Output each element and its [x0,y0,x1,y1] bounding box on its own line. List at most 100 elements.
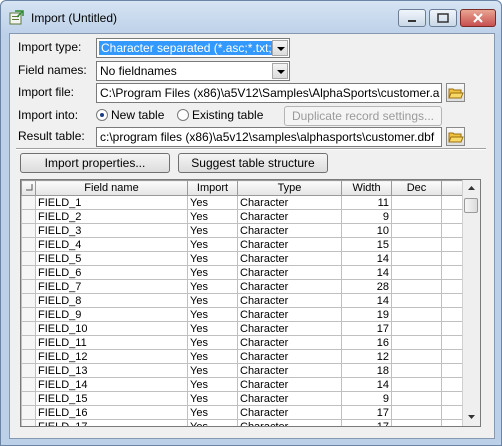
row-selector[interactable] [21,223,36,238]
minimize-button[interactable] [398,9,426,27]
cell-dec[interactable] [391,251,442,266]
cell-width[interactable]: 28 [341,279,392,294]
import-type-dropdown[interactable]: Character separated (*.asc;*.txt;* [96,38,290,58]
cell-width[interactable]: 17 [341,405,392,420]
table-row[interactable]: FIELD_4 Yes Character 15 [21,237,464,252]
browse-import-file-button[interactable] [446,83,465,102]
maximize-button[interactable] [429,9,457,27]
cell-import[interactable]: Yes [187,265,238,280]
browse-result-table-button[interactable] [446,127,465,146]
table-row[interactable]: FIELD_10 Yes Character 17 [21,321,464,336]
cell-import[interactable]: Yes [187,279,238,294]
cell-field-name[interactable]: FIELD_4 [35,237,188,252]
cell-dec[interactable] [391,363,442,378]
scroll-thumb[interactable] [464,198,478,213]
cell-import[interactable]: Yes [187,209,238,224]
cell-import[interactable]: Yes [187,419,238,426]
chevron-down-icon[interactable] [272,63,288,79]
cell-width[interactable]: 17 [341,419,392,426]
cell-field-name[interactable]: FIELD_9 [35,307,188,322]
row-selector[interactable] [21,251,36,266]
cell-dec[interactable] [391,419,442,426]
cell-type[interactable]: Character [237,195,342,210]
table-row[interactable]: FIELD_3 Yes Character 10 [21,223,464,238]
cell-type[interactable]: Character [237,279,342,294]
cell-import[interactable]: Yes [187,223,238,238]
cell-type[interactable]: Character [237,363,342,378]
table-row[interactable]: FIELD_16 Yes Character 17 [21,405,464,420]
cell-type[interactable]: Character [237,321,342,336]
cell-type[interactable]: Character [237,209,342,224]
table-row[interactable]: FIELD_12 Yes Character 12 [21,349,464,364]
suggest-table-structure-button[interactable]: Suggest table structure [178,153,328,173]
existing-table-radio[interactable] [177,109,189,121]
cell-import[interactable]: Yes [187,377,238,392]
new-table-label[interactable]: New table [111,108,164,122]
table-row[interactable]: FIELD_9 Yes Character 19 [21,307,464,322]
cell-field-name[interactable]: FIELD_17 [35,419,188,426]
cell-dec[interactable] [391,209,442,224]
cell-field-name[interactable]: FIELD_14 [35,377,188,392]
cell-type[interactable]: Character [237,405,342,420]
column-header-type[interactable]: Type [237,180,342,196]
table-row[interactable]: FIELD_11 Yes Character 16 [21,335,464,350]
close-button[interactable] [460,9,496,27]
field-names-dropdown[interactable]: No fieldnames [96,61,290,81]
cell-type[interactable]: Character [237,349,342,364]
cell-width[interactable]: 11 [341,195,392,210]
cell-width[interactable]: 16 [341,335,392,350]
vertical-scrollbar[interactable] [462,180,480,426]
cell-field-name[interactable]: FIELD_1 [35,195,188,210]
import-file-input[interactable]: C:\Program Files (x86)\a5V12\Samples\Alp… [96,83,442,103]
row-selector[interactable] [21,321,36,336]
row-selector[interactable] [21,391,36,406]
cell-field-name[interactable]: FIELD_12 [35,349,188,364]
cell-field-name[interactable]: FIELD_3 [35,223,188,238]
row-selector[interactable] [21,307,36,322]
row-selector[interactable] [21,265,36,280]
cell-type[interactable]: Character [237,265,342,280]
cell-import[interactable]: Yes [187,335,238,350]
cell-width[interactable]: 14 [341,293,392,308]
cell-type[interactable]: Character [237,251,342,266]
row-selector-header[interactable] [21,180,36,196]
table-row[interactable]: FIELD_17 Yes Character 17 [21,419,464,426]
row-selector[interactable] [21,209,36,224]
cell-width[interactable]: 12 [341,349,392,364]
row-selector[interactable] [21,405,36,420]
cell-dec[interactable] [391,237,442,252]
cell-dec[interactable] [391,335,442,350]
row-selector[interactable] [21,279,36,294]
cell-import[interactable]: Yes [187,195,238,210]
table-row[interactable]: FIELD_7 Yes Character 28 [21,279,464,294]
cell-dec[interactable] [391,405,442,420]
cell-field-name[interactable]: FIELD_7 [35,279,188,294]
scroll-down-icon[interactable] [464,409,479,424]
row-selector[interactable] [21,293,36,308]
cell-field-name[interactable]: FIELD_11 [35,335,188,350]
cell-import[interactable]: Yes [187,237,238,252]
row-selector[interactable] [21,377,36,392]
row-selector[interactable] [21,363,36,378]
row-selector[interactable] [21,349,36,364]
cell-import[interactable]: Yes [187,251,238,266]
cell-dec[interactable] [391,377,442,392]
cell-import[interactable]: Yes [187,405,238,420]
cell-type[interactable]: Character [237,307,342,322]
cell-width[interactable]: 14 [341,377,392,392]
cell-import[interactable]: Yes [187,321,238,336]
cell-dec[interactable] [391,279,442,294]
table-row[interactable]: FIELD_14 Yes Character 14 [21,377,464,392]
cell-import[interactable]: Yes [187,349,238,364]
cell-type[interactable]: Character [237,237,342,252]
cell-field-name[interactable]: FIELD_13 [35,363,188,378]
cell-dec[interactable] [391,265,442,280]
cell-field-name[interactable]: FIELD_8 [35,293,188,308]
result-table-input[interactable]: c:\program files (x86)\a5v12\samples\alp… [96,127,442,147]
row-selector[interactable] [21,195,36,210]
cell-import[interactable]: Yes [187,293,238,308]
cell-dec[interactable] [391,223,442,238]
field-structure-grid[interactable]: Field name Import Type Width Dec FIELD_1… [20,179,481,427]
scroll-up-icon[interactable] [464,181,479,196]
existing-table-label[interactable]: Existing table [192,108,263,122]
